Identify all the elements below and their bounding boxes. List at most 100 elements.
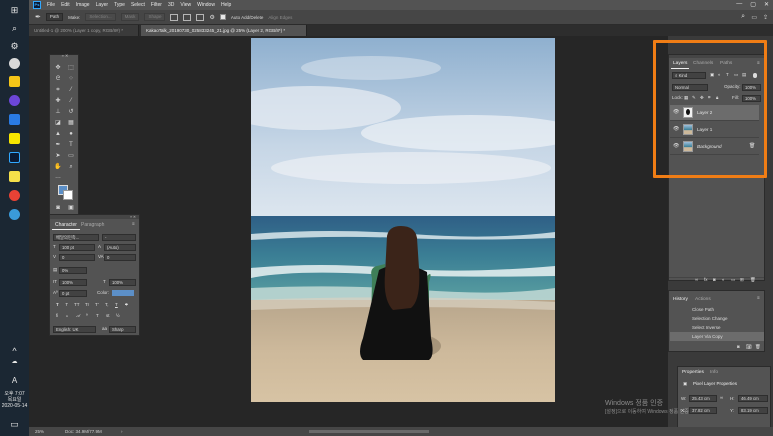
tab-character[interactable]: Character <box>52 220 80 230</box>
taskbar-clock[interactable]: 오후 7:07 목요일 2020-05-14 <box>0 391 29 409</box>
subscript-button[interactable]: T, <box>105 302 109 308</box>
language-select[interactable]: English: UK <box>53 326 96 333</box>
link-layers-icon[interactable]: ∞ <box>695 277 698 283</box>
notes-icon[interactable] <box>9 171 20 182</box>
ime-icon[interactable]: A <box>7 375 22 387</box>
windows-start-icon[interactable]: ⊞ <box>7 4 22 16</box>
quick-mask-icon[interactable]: ◙ <box>54 205 62 212</box>
horizontal-scrollbar[interactable] <box>309 430 429 433</box>
menu-view[interactable]: View <box>180 2 191 8</box>
tsume-field[interactable]: 0% <box>59 267 87 274</box>
hand-tool-icon[interactable]: ✋ <box>54 164 62 171</box>
tab-actions[interactable]: Actions <box>693 295 713 305</box>
options-search-icon[interactable]: ⌕ <box>741 13 745 21</box>
fractions-icon[interactable]: ½ <box>116 313 120 319</box>
panel-menu-icon[interactable]: ≡ <box>132 221 135 227</box>
ordinals-icon[interactable]: st <box>106 313 110 319</box>
strikethrough-button[interactable]: T <box>125 302 128 308</box>
blur-tool-icon[interactable]: ▲ <box>54 131 62 138</box>
eyedropper-tool-icon[interactable]: ⁄ <box>67 87 75 94</box>
tab-kakaotalk[interactable]: KakaoTalk_20190730_025833245_21.jpg @ 25… <box>141 25 307 36</box>
layer-style-icon[interactable]: fx <box>704 277 708 283</box>
path-mode-select[interactable]: Path <box>45 13 64 21</box>
auto-add-delete-checkbox[interactable] <box>219 14 226 20</box>
faux-italic-button[interactable]: T <box>65 302 68 308</box>
tracking-field[interactable]: 0 <box>104 254 136 261</box>
new-layer-icon[interactable]: ⊞ <box>740 277 744 283</box>
all-caps-button[interactable]: TT <box>74 302 80 308</box>
menu-file[interactable]: File <box>47 2 55 8</box>
marquee-tool-icon[interactable]: ⬚ <box>67 65 75 72</box>
pen-tool-icon[interactable]: ✒ <box>35 13 41 21</box>
brush-tool-icon[interactable]: ⁄ <box>67 98 75 105</box>
path-alignment-icon[interactable] <box>183 13 192 21</box>
text-color-swatch[interactable] <box>112 290 134 296</box>
make-selection-button[interactable]: Selection... <box>85 13 116 21</box>
alternates-icon[interactable]: ª <box>86 313 88 319</box>
path-operations-icon[interactable] <box>170 13 179 21</box>
network-icon[interactable]: ☁ <box>7 356 22 368</box>
new-group-icon[interactable]: ▭ <box>731 277 735 283</box>
tools-collapse-icon[interactable]: » ✕ <box>52 54 78 58</box>
kakaotalk-icon[interactable] <box>9 133 20 144</box>
history-brush-tool-icon[interactable]: ↺ <box>67 109 75 116</box>
font-style-select[interactable]: - <box>102 234 136 241</box>
more-tools-icon[interactable]: … <box>54 174 62 181</box>
path-select-tool-icon[interactable]: ➤ <box>54 153 62 160</box>
search-icon[interactable]: ⌕ <box>7 22 22 34</box>
panel-collapse-icon[interactable]: » ✕ <box>50 215 139 219</box>
menu-window[interactable]: Window <box>197 2 215 8</box>
menu-layer[interactable]: Layer <box>96 2 109 8</box>
small-caps-button[interactable]: Tr <box>85 302 89 308</box>
tab-properties[interactable]: Properties <box>680 368 706 378</box>
y-field[interactable]: 83.19 cm <box>738 407 768 414</box>
faux-bold-button[interactable]: T <box>56 302 59 308</box>
history-item[interactable]: Close Path <box>670 305 764 314</box>
height-field[interactable]: 46.49 cm <box>738 395 768 402</box>
zoom-tool-icon[interactable]: ⌕ <box>67 164 75 171</box>
titling-icon[interactable]: T <box>96 313 99 319</box>
tab-info[interactable]: Info <box>708 368 720 378</box>
menu-3d[interactable]: 3D <box>168 2 174 8</box>
gradient-tool-icon[interactable]: ▦ <box>67 120 75 127</box>
notification-icon[interactable]: ▭ <box>7 418 22 430</box>
new-document-icon[interactable]: 📷︎ <box>746 344 752 350</box>
vertical-scale-field[interactable]: 100% <box>59 279 87 286</box>
superscript-button[interactable]: T' <box>95 302 99 308</box>
menu-image[interactable]: Image <box>76 2 90 8</box>
status-menu-icon[interactable]: › <box>121 427 123 436</box>
move-tool-icon[interactable]: ✥ <box>54 65 62 72</box>
width-field[interactable]: 25.43 cm <box>689 395 717 402</box>
x-field[interactable]: 37.82 cm <box>689 407 717 414</box>
photoshop-icon[interactable] <box>9 152 20 163</box>
tab-paragraph[interactable]: Paragraph <box>78 220 107 230</box>
app-icon-purple[interactable] <box>9 95 20 106</box>
lasso-tool-icon[interactable]: ᘓ <box>54 76 62 83</box>
font-size-field[interactable]: 100 pt <box>59 244 95 251</box>
app-icon-1[interactable] <box>9 58 20 69</box>
menu-filter[interactable]: Filter <box>151 2 162 8</box>
healing-tool-icon[interactable]: ✚ <box>54 98 62 105</box>
menu-type[interactable]: Type <box>114 2 125 8</box>
gear-icon[interactable]: ⚙ <box>209 14 214 21</box>
make-shape-button[interactable]: Shape <box>144 13 166 21</box>
maximize-icon[interactable]: ▢ <box>750 1 756 8</box>
history-item[interactable]: Selection Change <box>670 314 764 323</box>
history-item-current[interactable]: Layer Via Copy <box>670 332 764 341</box>
history-menu-icon[interactable]: ≡ <box>757 295 760 301</box>
leading-field[interactable]: (Auto) <box>104 244 136 251</box>
clone-stamp-tool-icon[interactable]: ⊥ <box>54 109 62 116</box>
history-item[interactable]: Select Inverse <box>670 323 764 332</box>
screen-mode-icon[interactable]: ▣ <box>67 205 75 212</box>
doc-size[interactable]: Doc: 34.9M/77.9M <box>65 427 102 436</box>
delete-layer-icon[interactable]: 🗑︎ <box>750 277 756 283</box>
settings-icon[interactable]: ⚙ <box>7 40 22 52</box>
minimize-icon[interactable]: — <box>736 1 742 8</box>
horizontal-scale-field[interactable]: 100% <box>109 279 136 286</box>
share-icon[interactable]: ⇪ <box>763 14 768 21</box>
menu-select[interactable]: Select <box>131 2 145 8</box>
baseline-shift-field[interactable]: 0 pt <box>59 290 87 297</box>
eraser-tool-icon[interactable]: ◪ <box>54 120 62 127</box>
ligature-icon[interactable]: fi <box>56 313 58 319</box>
dodge-tool-icon[interactable]: ● <box>67 131 75 138</box>
